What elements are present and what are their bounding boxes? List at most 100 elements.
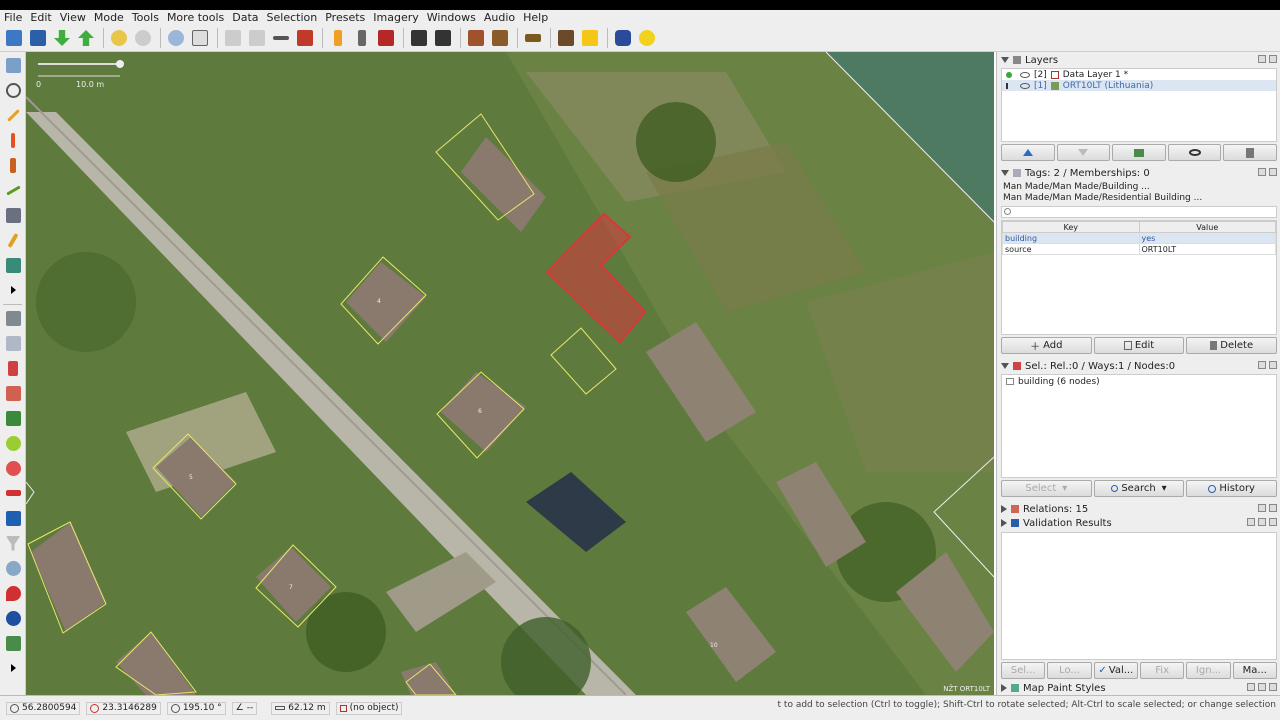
menu-tools[interactable]: Tools bbox=[132, 11, 159, 24]
preset-industrial-button[interactable] bbox=[555, 27, 577, 49]
detach-icon[interactable] bbox=[1258, 683, 1266, 691]
combine-way-button[interactable] bbox=[246, 27, 268, 49]
preset-recycling-button[interactable] bbox=[612, 27, 634, 49]
tags-toggle[interactable] bbox=[2, 332, 24, 354]
expand-dialogs-button[interactable] bbox=[2, 657, 24, 679]
filter-toggle[interactable] bbox=[2, 532, 24, 554]
extrude-tool[interactable] bbox=[2, 254, 24, 276]
preset-power-button[interactable] bbox=[579, 27, 601, 49]
menu-imagery[interactable]: Imagery bbox=[373, 11, 418, 24]
map-paint-toggle[interactable] bbox=[2, 407, 24, 429]
notes-toggle[interactable] bbox=[2, 582, 24, 604]
download-button[interactable] bbox=[51, 27, 73, 49]
visibility-eye-icon[interactable] bbox=[1020, 82, 1030, 89]
edit-tag-button[interactable]: Edit bbox=[1093, 337, 1185, 354]
follow-line-tool[interactable] bbox=[2, 179, 24, 201]
preset-barrier-button[interactable] bbox=[327, 27, 349, 49]
reverse-way-button[interactable] bbox=[270, 27, 292, 49]
close-icon[interactable] bbox=[1269, 361, 1277, 369]
validate-button[interactable]: ✓ Val... bbox=[1093, 662, 1138, 679]
fix-button[interactable]: Fix bbox=[1139, 662, 1185, 679]
tag-row[interactable]: building yes bbox=[1002, 232, 1276, 244]
preset-bus-button[interactable] bbox=[432, 27, 454, 49]
zoom-button[interactable] bbox=[165, 27, 187, 49]
undo-button[interactable] bbox=[108, 27, 130, 49]
layers-panel-header[interactable]: Layers bbox=[997, 53, 1280, 67]
expand-tools-button[interactable] bbox=[2, 279, 24, 301]
preset-door-button[interactable] bbox=[465, 27, 487, 49]
split-way-button[interactable] bbox=[222, 27, 244, 49]
detach-icon[interactable] bbox=[1258, 55, 1266, 63]
move-button[interactable] bbox=[294, 27, 316, 49]
select-tool[interactable] bbox=[2, 54, 24, 76]
detach-icon[interactable] bbox=[1258, 361, 1266, 369]
menu-selection[interactable]: Selection bbox=[267, 11, 318, 24]
validation-toggle[interactable] bbox=[2, 507, 24, 529]
zoom-extent-button[interactable] bbox=[189, 27, 211, 49]
preset-car-button[interactable] bbox=[408, 27, 430, 49]
settings-icon[interactable] bbox=[1247, 683, 1255, 691]
close-icon[interactable] bbox=[1269, 168, 1277, 176]
redo-button[interactable] bbox=[132, 27, 154, 49]
relations-panel-header[interactable]: Relations: 15 bbox=[997, 502, 1280, 516]
preset-link[interactable]: Man Made/Man Made/Residential Building .… bbox=[1003, 193, 1202, 204]
selection-item[interactable]: building (6 nodes) bbox=[1002, 375, 1276, 388]
menu-mode[interactable]: Mode bbox=[94, 11, 124, 24]
menu-windows[interactable]: Windows bbox=[427, 11, 476, 24]
ignore-button[interactable]: Ign... bbox=[1186, 662, 1231, 679]
tags-panel-header[interactable]: Tags: 2 / Memberships: 0 bbox=[997, 166, 1280, 180]
menu-help[interactable]: Help bbox=[523, 11, 548, 24]
preset-traffic-signals-button[interactable] bbox=[351, 27, 373, 49]
preset-bridge-button[interactable] bbox=[522, 27, 544, 49]
preset-building-button[interactable] bbox=[375, 27, 397, 49]
menu-more-tools[interactable]: More tools bbox=[167, 11, 224, 24]
preset-restaurant-button[interactable] bbox=[489, 27, 511, 49]
close-icon[interactable] bbox=[1269, 504, 1277, 512]
parallel-tool[interactable] bbox=[2, 154, 24, 176]
layer-row-imagery[interactable]: [1] ORT10LT (Lithuania) bbox=[1002, 80, 1276, 91]
key-column-header[interactable]: Key bbox=[1002, 221, 1140, 233]
changeset-toggle[interactable] bbox=[2, 457, 24, 479]
draw-tool[interactable] bbox=[2, 104, 24, 126]
value-column-header[interactable]: Value bbox=[1138, 221, 1276, 233]
tag-filter-input[interactable] bbox=[1001, 206, 1277, 218]
detach-icon[interactable] bbox=[1258, 518, 1266, 526]
detach-icon[interactable] bbox=[1258, 168, 1266, 176]
upload-button[interactable] bbox=[75, 27, 97, 49]
map-paint-button[interactable]: Ma... bbox=[1232, 662, 1277, 679]
validation-select-button[interactable]: Sel... bbox=[1001, 662, 1046, 679]
menu-edit[interactable]: Edit bbox=[30, 11, 51, 24]
history-button[interactable]: History bbox=[1186, 480, 1278, 497]
menu-presets[interactable]: Presets bbox=[325, 11, 365, 24]
open-button[interactable] bbox=[3, 27, 25, 49]
map-view[interactable]: 0 10.0 m 4 6 5 7 10 NŽT ORT10LT bbox=[26, 52, 994, 695]
close-icon[interactable] bbox=[1269, 518, 1277, 526]
close-icon[interactable] bbox=[1269, 683, 1277, 691]
map-paint-panel-header[interactable]: Map Paint Styles bbox=[997, 681, 1280, 695]
tag-value[interactable]: yes bbox=[1138, 232, 1276, 244]
delete-layer-button[interactable] bbox=[1223, 144, 1277, 161]
relation-toggle[interactable] bbox=[2, 382, 24, 404]
building-tool[interactable] bbox=[2, 204, 24, 226]
delete-tag-button[interactable]: Delete bbox=[1186, 337, 1278, 354]
lasso-tool[interactable] bbox=[2, 79, 24, 101]
save-button[interactable] bbox=[27, 27, 49, 49]
selection-panel-header[interactable]: Sel.: Rel.:0 / Ways:1 / Nodes:0 bbox=[997, 359, 1280, 373]
tag-key[interactable]: source bbox=[1002, 243, 1140, 255]
improve-way-tool[interactable] bbox=[2, 129, 24, 151]
tag-key[interactable]: building bbox=[1002, 232, 1140, 244]
tag-value[interactable]: ORT10LT bbox=[1138, 243, 1276, 255]
select-button[interactable]: Select ▾ bbox=[1001, 480, 1092, 497]
routing-toggle[interactable] bbox=[2, 632, 24, 654]
layer-row-data[interactable]: [2] Data Layer 1 * bbox=[1002, 69, 1276, 80]
conflict-toggle[interactable] bbox=[2, 482, 24, 504]
menu-view[interactable]: View bbox=[60, 11, 86, 24]
selection-list-toggle[interactable] bbox=[2, 357, 24, 379]
merge-layer-button[interactable] bbox=[1112, 144, 1166, 161]
add-tag-button[interactable]: ＋ Add bbox=[1001, 337, 1092, 354]
author-toggle[interactable] bbox=[2, 557, 24, 579]
preset-sun-button[interactable] bbox=[636, 27, 658, 49]
close-icon[interactable] bbox=[1269, 55, 1277, 63]
validation-lookup-button[interactable]: Lo... bbox=[1047, 662, 1092, 679]
settings-icon[interactable] bbox=[1247, 518, 1255, 526]
